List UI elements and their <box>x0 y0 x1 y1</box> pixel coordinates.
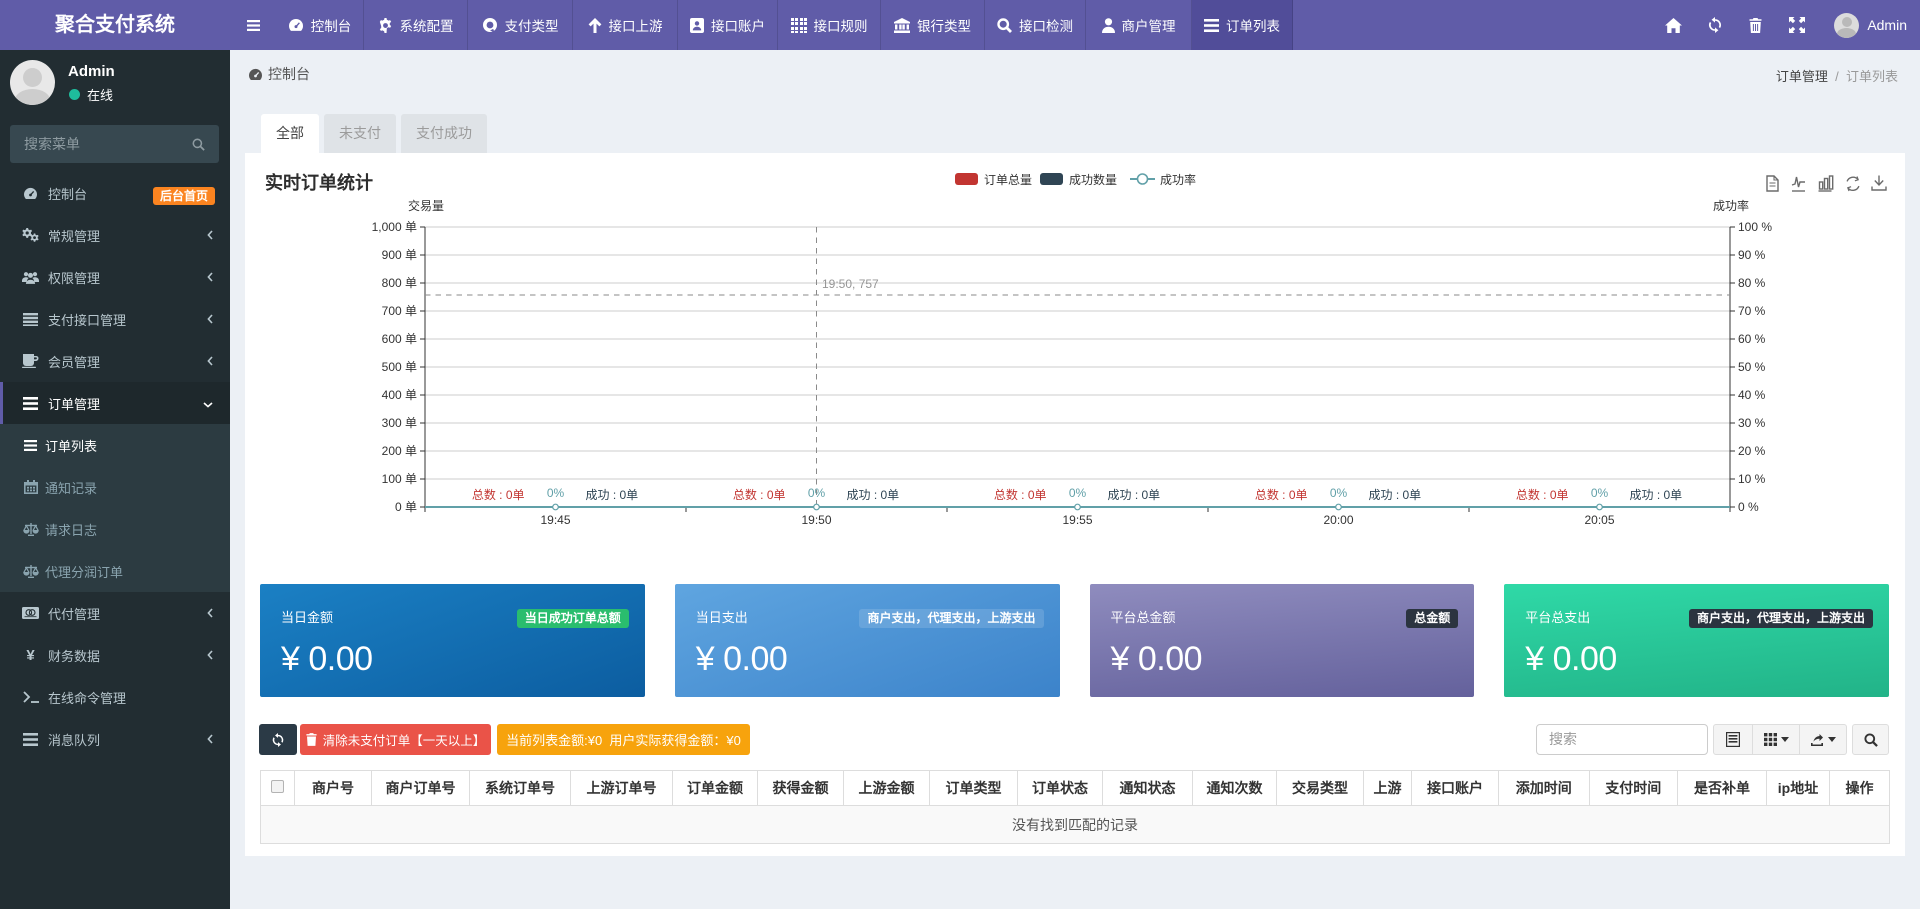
svg-text:10 %: 10 % <box>1738 472 1766 486</box>
svg-text:100 %: 100 % <box>1738 220 1772 234</box>
svg-text:19:50: 19:50 <box>801 513 831 527</box>
svg-text:20 %: 20 % <box>1738 444 1766 458</box>
svg-text:200 单: 200 单 <box>382 444 417 458</box>
svg-text:总数 : 0单: 总数 : 0单 <box>1255 487 1308 502</box>
svg-text:900 单: 900 单 <box>382 248 417 262</box>
svg-text:19:50, 757: 19:50, 757 <box>822 277 879 291</box>
svg-text:20:00: 20:00 <box>1323 513 1353 527</box>
svg-text:成功 : 0单: 成功 : 0单 <box>1108 488 1161 502</box>
svg-text:实时订单统计: 实时订单统计 <box>265 172 373 193</box>
svg-text:60 %: 60 % <box>1738 332 1766 346</box>
svg-text:总数 : 0单: 总数 : 0单 <box>472 487 525 502</box>
svg-text:19:55: 19:55 <box>1062 513 1092 527</box>
svg-text:成功 : 0单: 成功 : 0单 <box>586 488 639 502</box>
svg-text:1,000 单: 1,000 单 <box>372 220 417 234</box>
svg-text:成功数量: 成功数量 <box>1069 172 1117 187</box>
svg-text:50 %: 50 % <box>1738 360 1766 374</box>
svg-text:400 单: 400 单 <box>382 388 417 402</box>
svg-text:0 %: 0 % <box>1738 500 1759 514</box>
svg-text:总数 : 0单: 总数 : 0单 <box>1516 487 1569 502</box>
svg-text:成功 : 0单: 成功 : 0单 <box>1369 488 1422 502</box>
svg-text:0%: 0% <box>1591 486 1609 500</box>
svg-text:100 单: 100 单 <box>382 472 417 486</box>
svg-text:0 单: 0 单 <box>395 500 417 514</box>
svg-text:19:45: 19:45 <box>540 513 570 527</box>
svg-text:30 %: 30 % <box>1738 416 1766 430</box>
svg-text:总数 : 0单: 总数 : 0单 <box>733 487 786 502</box>
svg-text:800 单: 800 单 <box>382 276 417 290</box>
svg-text:600 单: 600 单 <box>382 332 417 346</box>
svg-text:总数 : 0单: 总数 : 0单 <box>994 487 1047 502</box>
svg-text:成功 : 0单: 成功 : 0单 <box>847 488 900 502</box>
svg-text:成功率: 成功率 <box>1713 198 1749 213</box>
svg-text:成功率: 成功率 <box>1160 172 1196 187</box>
svg-text:700 单: 700 单 <box>382 304 417 318</box>
svg-text:40 %: 40 % <box>1738 388 1766 402</box>
svg-text:0%: 0% <box>547 486 565 500</box>
svg-text:70 %: 70 % <box>1738 304 1766 318</box>
svg-text:0%: 0% <box>1330 486 1348 500</box>
svg-text:0%: 0% <box>1069 486 1087 500</box>
svg-text:300 单: 300 单 <box>382 416 417 430</box>
svg-text:订单总量: 订单总量 <box>984 173 1032 187</box>
svg-text:20:05: 20:05 <box>1584 513 1614 527</box>
svg-text:交易量: 交易量 <box>408 198 444 213</box>
svg-text:0%: 0% <box>808 486 826 500</box>
svg-text:成功 : 0单: 成功 : 0单 <box>1630 488 1683 502</box>
svg-text:80 %: 80 % <box>1738 276 1766 290</box>
svg-text:90 %: 90 % <box>1738 248 1766 262</box>
svg-text:500 单: 500 单 <box>382 360 417 374</box>
